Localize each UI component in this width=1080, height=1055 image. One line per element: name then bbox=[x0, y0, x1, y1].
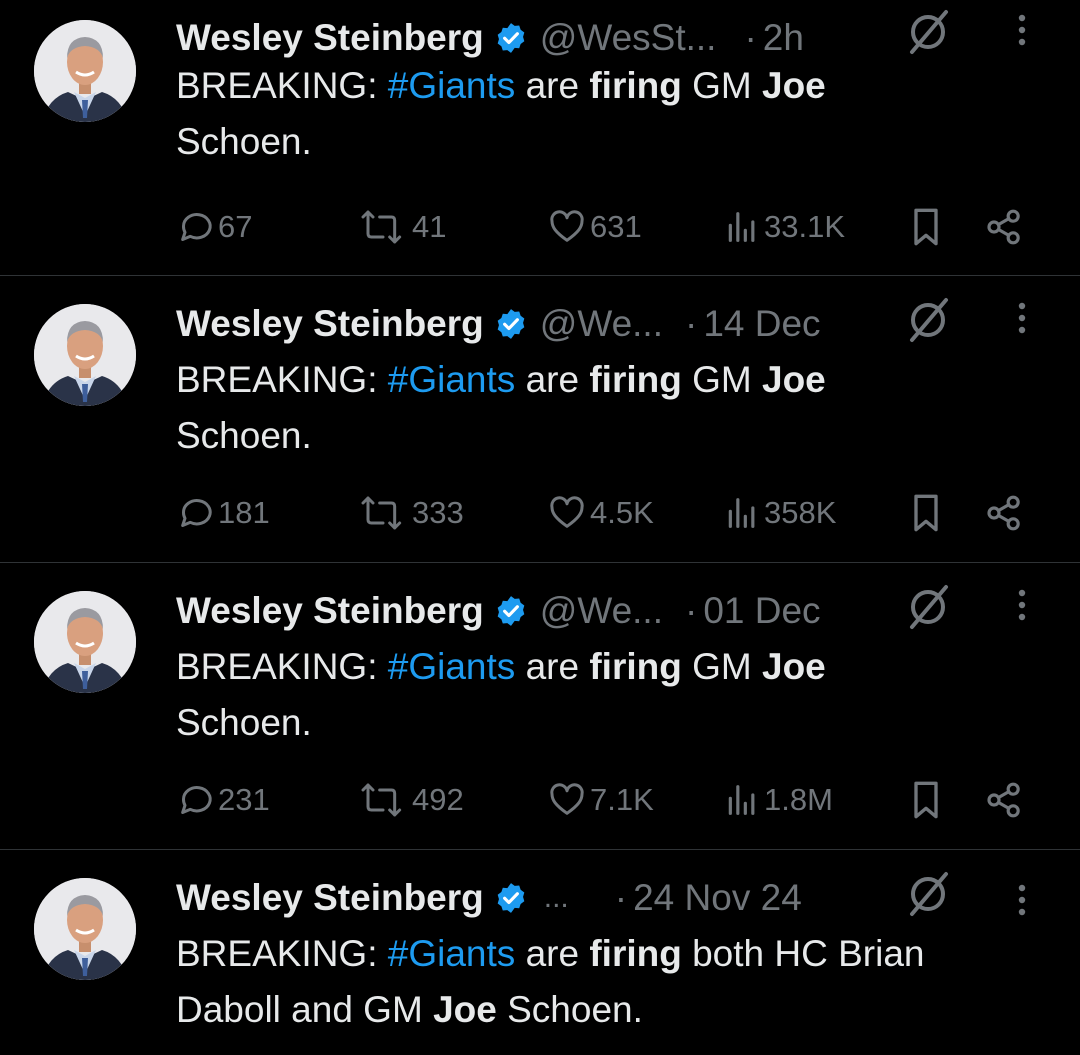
hashtag-link[interactable]: #Giants bbox=[388, 933, 516, 974]
bookmark-icon bbox=[914, 494, 938, 532]
grok-slash-icon[interactable] bbox=[904, 292, 954, 348]
bookmark-icon bbox=[914, 781, 938, 819]
author-name[interactable]: Wesley Steinberg bbox=[176, 17, 484, 59]
reply-bubble-icon bbox=[181, 786, 212, 814]
timestamp[interactable]: 14 Dec bbox=[703, 303, 820, 345]
like-button[interactable]: 4.5K bbox=[546, 488, 654, 538]
hashtag-link[interactable]: #Giants bbox=[388, 646, 516, 687]
repost-arrows-icon bbox=[361, 496, 402, 530]
grok-slash-icon[interactable] bbox=[904, 579, 954, 635]
heart-icon bbox=[550, 496, 584, 528]
action-bar: 67 41 631 33.1K bbox=[0, 202, 1080, 252]
bookmark-button[interactable] bbox=[906, 775, 946, 825]
views-count: 33.1K bbox=[764, 209, 846, 244]
author-handle[interactable]: ... bbox=[544, 881, 569, 915]
share-button[interactable] bbox=[984, 202, 1024, 252]
tweet[interactable]: Wesley Steinberg @We... · 01 Dec BREAKIN… bbox=[0, 563, 1080, 850]
like-button[interactable]: 7.1K bbox=[546, 775, 654, 825]
grok-slash-icon[interactable] bbox=[904, 866, 954, 922]
action-bar: 231 492 7.1K 1.8M bbox=[0, 775, 1080, 825]
avatar[interactable] bbox=[34, 591, 136, 693]
avatar[interactable] bbox=[34, 20, 136, 122]
avatar[interactable] bbox=[34, 878, 136, 980]
share-icon bbox=[987, 209, 1020, 245]
tweet[interactable]: Wesley Steinberg ... · 24 Nov 24 BREAKIN… bbox=[0, 850, 1080, 1055]
views-button[interactable]: 1.8M bbox=[722, 775, 833, 825]
separator-dot: · bbox=[614, 877, 628, 918]
repost-count: 41 bbox=[412, 209, 447, 244]
views-count: 358K bbox=[764, 495, 837, 530]
author-handle[interactable]: @WesSt... bbox=[540, 17, 717, 59]
avatar[interactable] bbox=[34, 304, 136, 406]
action-bar: 181 333 4.5K 358K bbox=[0, 488, 1080, 538]
reply-bubble-icon bbox=[181, 213, 212, 241]
separator-dot: · bbox=[685, 303, 698, 344]
more-vertical-icon[interactable] bbox=[1012, 298, 1032, 338]
hashtag-link[interactable]: #Giants bbox=[388, 359, 516, 400]
verified-badge-icon bbox=[497, 309, 525, 339]
repost-arrows-icon bbox=[361, 210, 402, 244]
reply-button[interactable]: 231 bbox=[176, 775, 270, 825]
author-name[interactable]: Wesley Steinberg bbox=[176, 877, 484, 919]
views-bars-icon bbox=[728, 785, 755, 815]
share-button[interactable] bbox=[984, 775, 1024, 825]
heart-icon bbox=[550, 783, 584, 815]
like-count: 7.1K bbox=[590, 782, 654, 817]
repost-button[interactable]: 333 bbox=[356, 488, 464, 538]
repost-button[interactable]: 492 bbox=[356, 775, 464, 825]
tweet-text: BREAKING: #Giants are firing GM Joe Scho… bbox=[176, 65, 826, 162]
timestamp[interactable]: 01 Dec bbox=[703, 590, 820, 632]
share-icon bbox=[987, 782, 1020, 818]
grok-slash-icon[interactable] bbox=[904, 4, 954, 60]
hashtag-link[interactable]: #Giants bbox=[388, 65, 516, 106]
separator-dot: · bbox=[685, 590, 698, 631]
views-bars-icon bbox=[728, 498, 755, 528]
author-name[interactable]: Wesley Steinberg bbox=[176, 590, 484, 632]
verified-badge-icon bbox=[497, 596, 525, 626]
bookmark-button[interactable] bbox=[906, 202, 946, 252]
tweet[interactable]: Wesley Steinberg @We... · 14 Dec BREAKIN… bbox=[0, 276, 1080, 563]
like-count: 631 bbox=[590, 209, 642, 244]
verified-badge-icon bbox=[497, 883, 525, 913]
reply-count: 231 bbox=[218, 782, 270, 817]
share-button[interactable] bbox=[984, 488, 1024, 538]
share-icon bbox=[987, 495, 1020, 531]
separator-dot: · bbox=[744, 17, 757, 58]
repost-button[interactable]: 41 bbox=[356, 202, 446, 252]
tweet[interactable]: Wesley Steinberg @WesSt... · 2h BREAKING… bbox=[0, 0, 1080, 276]
author-handle[interactable]: @We... bbox=[540, 590, 663, 632]
views-button[interactable]: 358K bbox=[722, 488, 836, 538]
repost-arrows-icon bbox=[361, 783, 402, 817]
timestamp[interactable]: 24 Nov 24 bbox=[633, 877, 802, 919]
more-vertical-icon[interactable] bbox=[1012, 880, 1032, 920]
views-count: 1.8M bbox=[764, 782, 833, 817]
author-handle[interactable]: @We... bbox=[540, 303, 663, 345]
tweet-text: BREAKING: #Giants are firing GM Joe Scho… bbox=[176, 646, 826, 743]
timestamp[interactable]: 2h bbox=[763, 17, 804, 59]
bookmark-icon bbox=[914, 208, 938, 246]
views-button[interactable]: 33.1K bbox=[722, 202, 845, 252]
views-bars-icon bbox=[728, 212, 755, 242]
verified-badge-icon bbox=[497, 23, 525, 53]
more-vertical-icon[interactable] bbox=[1012, 10, 1032, 50]
tweet-text: BREAKING: #Giants are firing GM Joe Scho… bbox=[176, 359, 826, 456]
repost-count: 492 bbox=[412, 782, 464, 817]
reply-button[interactable]: 67 bbox=[176, 202, 252, 252]
reply-bubble-icon bbox=[181, 499, 212, 527]
reply-count: 67 bbox=[218, 209, 253, 244]
heart-icon bbox=[550, 210, 584, 242]
more-vertical-icon[interactable] bbox=[1012, 585, 1032, 625]
bookmark-button[interactable] bbox=[906, 488, 946, 538]
reply-count: 181 bbox=[218, 495, 270, 530]
repost-count: 333 bbox=[412, 495, 464, 530]
like-button[interactable]: 631 bbox=[546, 202, 642, 252]
author-name[interactable]: Wesley Steinberg bbox=[176, 303, 484, 345]
like-count: 4.5K bbox=[590, 495, 654, 530]
reply-button[interactable]: 181 bbox=[176, 488, 270, 538]
tweet-text: BREAKING: #Giants are firing both HC Bri… bbox=[176, 933, 925, 1030]
